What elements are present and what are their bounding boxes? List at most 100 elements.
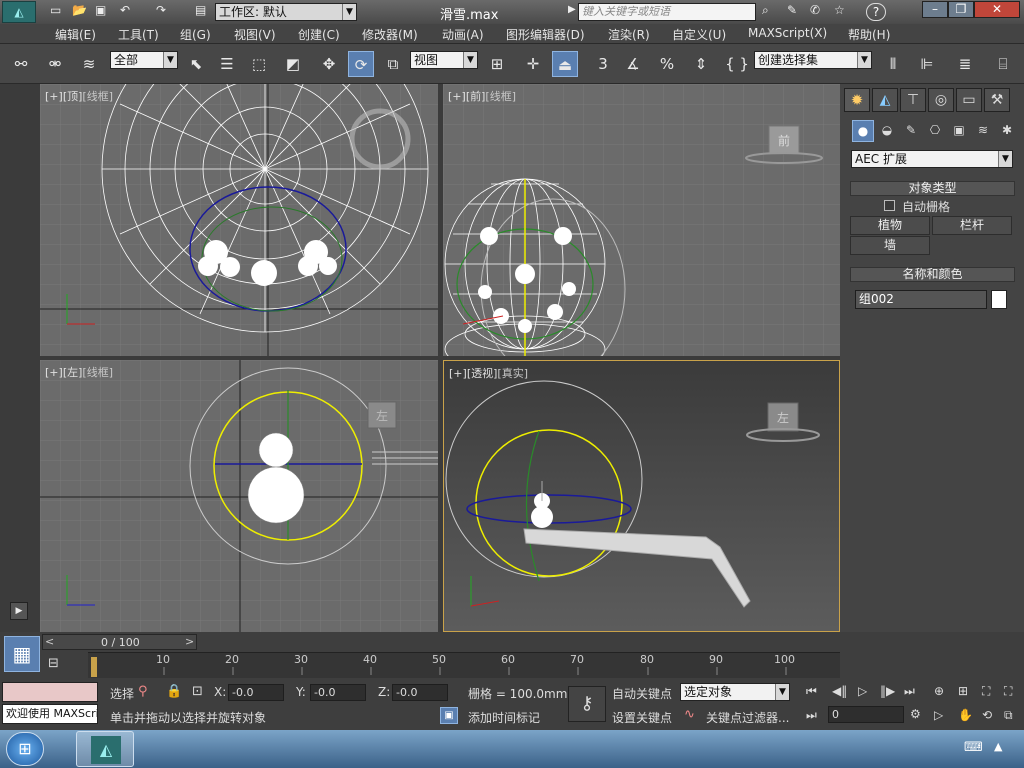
viewport-left[interactable]: 左 [+][左][线框] — [40, 360, 438, 632]
redo-icon[interactable]: ↷ — [156, 3, 166, 17]
zoom-extents-all-icon[interactable]: ⛶ — [1004, 684, 1012, 699]
minimize-button[interactable]: – — [922, 1, 948, 18]
layer-manager-icon[interactable]: ≣ — [952, 51, 978, 77]
geometry-icon[interactable]: ● — [852, 120, 874, 142]
unlink-icon[interactable]: ⚮ — [42, 51, 68, 77]
key-mode-toggle-icon[interactable]: ⏭ — [806, 708, 817, 723]
reference-coordinate-dropdown[interactable]: 视图 ▼ — [410, 51, 478, 69]
helpers-icon[interactable]: ▣ — [948, 120, 970, 142]
menu-maxscript[interactable]: MAXScript(X) — [748, 26, 827, 40]
start-button[interactable]: ⊞ — [6, 732, 44, 766]
angle-snap-icon[interactable]: ∡ — [620, 51, 646, 77]
pan-view-icon[interactable]: ✋ — [958, 708, 973, 722]
communication-center-icon[interactable]: ✆ — [810, 3, 820, 17]
display-tab-icon[interactable]: ▭ — [956, 88, 982, 112]
snaps-toggle-icon[interactable]: 3 — [590, 51, 616, 77]
align-icon[interactable]: ⊫ — [914, 51, 940, 77]
auto-key-button[interactable]: 自动关键点 — [612, 685, 672, 702]
key-mode-dropdown[interactable]: 选定对象 ▼ — [680, 683, 790, 701]
go-to-start-icon[interactable]: ⏮ — [806, 684, 817, 699]
object-name-field[interactable]: 组002 — [855, 290, 987, 309]
mini-curve-icon[interactable]: ⊟ — [48, 656, 59, 671]
binoculars-icon[interactable]: ⌕ — [762, 3, 769, 18]
undo-icon[interactable]: ↶ — [120, 3, 130, 17]
named-selection-dropdown[interactable]: 创建选择集 ▼ — [754, 51, 872, 69]
favorites-icon[interactable]: ☆ — [834, 3, 845, 17]
menu-views[interactable]: 视图(V) — [234, 26, 276, 43]
viewport-perspective-label[interactable]: [+][透视][真实] — [449, 365, 528, 381]
key-filters-button[interactable]: 关键点过滤器... — [706, 709, 789, 726]
layout-icon[interactable]: ▦ — [4, 636, 40, 672]
viewport-front-label[interactable]: [+][前][线框] — [448, 88, 516, 104]
bind-space-warp-icon[interactable]: ≋ — [76, 51, 102, 77]
systems-icon[interactable]: ✱ — [996, 120, 1018, 142]
time-slider-next[interactable]: > — [185, 635, 194, 648]
absolute-mode-icon[interactable]: ⊡ — [192, 684, 203, 699]
new-file-icon[interactable]: ▭ — [50, 3, 61, 17]
add-time-tag-label[interactable]: 添加时间标记 — [468, 709, 540, 726]
close-button[interactable]: ✕ — [974, 1, 1020, 18]
rectangular-selection-icon[interactable]: ⬚ — [246, 51, 272, 77]
maximize-viewport-icon[interactable]: ⧉ — [1004, 708, 1013, 723]
keyboard-tray-icon[interactable]: ⌨ — [964, 740, 983, 755]
object-color-swatch[interactable] — [991, 290, 1007, 309]
zoom-icon[interactable]: ⊕ — [934, 684, 944, 698]
name-color-rollout[interactable]: 名称和颜色 — [850, 267, 1015, 282]
shapes-icon[interactable]: ◒ — [876, 120, 898, 142]
add-time-tag-icon[interactable]: ▣ — [440, 707, 458, 724]
wall-button[interactable]: 墙 — [850, 236, 930, 255]
viewport-left-label[interactable]: [+][左][线框] — [45, 364, 113, 380]
orbit-icon[interactable]: ⟲ — [982, 708, 992, 722]
maximize-button[interactable]: ❐ — [948, 1, 974, 18]
zoom-extents-icon[interactable]: ⛶ — [982, 684, 990, 699]
percent-snap-icon[interactable]: % — [654, 51, 680, 77]
modify-tab-icon[interactable]: ◭ — [872, 88, 898, 112]
zoom-all-icon[interactable]: ⊞ — [958, 684, 968, 698]
rotate-icon[interactable]: ⟳ — [348, 51, 374, 77]
menu-help[interactable]: 帮助(H) — [848, 26, 890, 43]
play-icon[interactable]: ▷ — [858, 684, 867, 698]
isolate-selection-icon[interactable]: ⚲ — [138, 684, 148, 699]
workspace-dropdown[interactable]: 工作区: 默认 ▼ — [215, 3, 357, 21]
curve-editor-icon[interactable]: ⌸ — [990, 51, 1016, 77]
move-icon[interactable]: ✥ — [316, 51, 342, 77]
track-bar[interactable]: 10 20 30 40 50 60 70 80 90 100 — [88, 652, 840, 678]
previous-frame-icon[interactable]: ◀‖ — [832, 684, 847, 698]
app-logo-icon[interactable]: ◭ — [2, 1, 36, 23]
menu-graph-editors[interactable]: 图形编辑器(D) — [506, 26, 585, 43]
project-folder-icon[interactable]: ▤ — [195, 3, 206, 17]
save-file-icon[interactable]: ▣ — [95, 3, 106, 17]
x-coordinate-field[interactable]: -0.0 — [228, 684, 284, 701]
space-warps-icon[interactable]: ≋ — [972, 120, 994, 142]
communication-icon[interactable]: ✎ — [787, 3, 797, 17]
set-key-icon[interactable]: ⚷ — [568, 686, 606, 722]
menu-edit[interactable]: 编辑(E) — [55, 26, 96, 43]
select-manipulate-icon[interactable]: ✛ — [520, 51, 546, 77]
select-object-icon[interactable]: ⬉ — [183, 51, 209, 77]
maxscript-listener-pink[interactable] — [2, 682, 98, 702]
pivot-center-icon[interactable]: ⊞ — [484, 51, 510, 77]
hierarchy-tab-icon[interactable]: ⊤ — [900, 88, 926, 112]
menu-rendering[interactable]: 渲染(R) — [608, 26, 650, 43]
railing-button[interactable]: 栏杆 — [932, 216, 1012, 235]
time-slider[interactable]: < 0 / 100 > — [42, 634, 197, 650]
menu-animation[interactable]: 动画(A) — [442, 26, 484, 43]
keyboard-shortcut-override-icon[interactable]: ⏏ — [552, 51, 578, 77]
selection-filter-dropdown[interactable]: 全部 ▼ — [110, 51, 178, 69]
scale-icon[interactable]: ⧉ — [380, 51, 406, 77]
menu-modifiers[interactable]: 修改器(M) — [362, 26, 418, 43]
menu-group[interactable]: 组(G) — [180, 26, 211, 43]
spinner-snap-icon[interactable]: ⇕ — [688, 51, 714, 77]
current-frame-field[interactable]: 0 — [828, 706, 904, 723]
selection-lock-icon[interactable]: 🔒 — [166, 684, 182, 699]
viewport-perspective[interactable]: 左 [+][透视][真实] — [443, 360, 840, 632]
time-slider-prev[interactable]: < — [45, 635, 54, 648]
maxscript-listener-white[interactable]: 欢迎使用 MAXScri — [2, 704, 98, 724]
menu-customize[interactable]: 自定义(U) — [672, 26, 726, 43]
object-type-rollout[interactable]: 对象类型 — [850, 181, 1015, 196]
field-of-view-icon[interactable]: ▷ — [934, 708, 943, 722]
utilities-tab-icon[interactable]: ⚒ — [984, 88, 1010, 112]
auto-grid-checkbox[interactable] — [884, 200, 895, 211]
plants-button[interactable]: 植物 — [850, 216, 930, 235]
menu-tools[interactable]: 工具(T) — [118, 26, 159, 43]
